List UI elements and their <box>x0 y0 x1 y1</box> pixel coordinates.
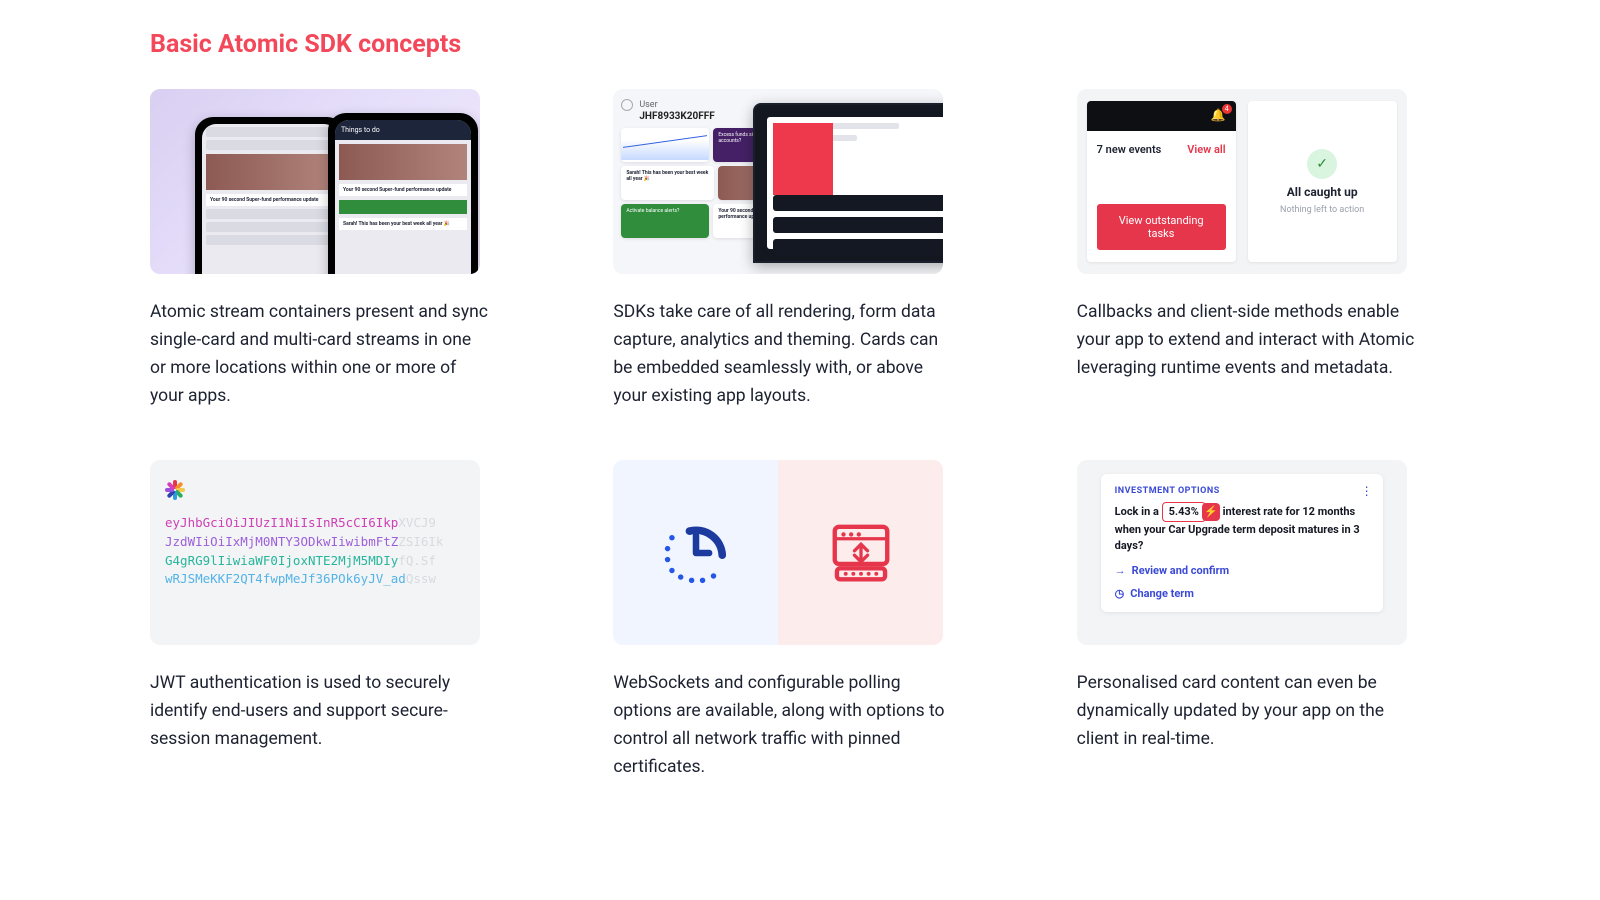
concept-websockets: WebSockets and configurable polling opti… <box>613 460 986 781</box>
events-panel: 🔔 4 7 new events View all View outstandi… <box>1087 101 1236 262</box>
thumb-rendering: User JHF8933K20FFF Excess funds sitting … <box>613 89 943 274</box>
card-heading: INVESTMENT OPTIONS <box>1115 486 1369 496</box>
concept-desc: Callbacks and client-side methods enable… <box>1077 298 1417 382</box>
concept-desc: Personalised card content can even be dy… <box>1077 669 1417 753</box>
user-avatar-icon <box>621 99 633 111</box>
rate-chip: 5.43% <box>1162 502 1206 522</box>
thumb-stream-containers: Your 90 second Super-fund performance up… <box>150 89 480 274</box>
jwt-token-line: G4gRG9lIiwiaWF0IjoxNTE2MjM5MDIyfQ.Sf <box>165 552 465 571</box>
jwt-token-line: eyJhbGciOiJIUzI1NiIsInR5cCI6IkpXVCJ9 <box>165 514 465 533</box>
view-all-link[interactable]: View all <box>1187 143 1225 156</box>
polling-clock-icon <box>661 518 731 588</box>
page-title: Basic Atomic SDK concepts <box>150 30 1450 59</box>
concept-jwt: eyJhbGciOiJIUzI1NiIsInR5cCI6IkpXVCJ9 Jzd… <box>150 460 523 781</box>
green-card <box>339 200 467 214</box>
thumb-personalised: INVESTMENT OPTIONS ⋮ Lock in a 5.43%⚡ in… <box>1077 460 1407 645</box>
bell-badge: 4 <box>1222 104 1232 114</box>
more-icon[interactable]: ⋮ <box>1361 484 1373 498</box>
caught-up-sub: Nothing left to action <box>1280 205 1364 215</box>
concept-personalised: INVESTMENT OPTIONS ⋮ Lock in a 5.43%⚡ in… <box>1077 460 1450 781</box>
mini-chart-card <box>621 128 709 162</box>
jwt-logo-icon <box>165 480 185 500</box>
concept-desc: WebSockets and configurable polling opti… <box>613 669 953 781</box>
thumb-callbacks: 🔔 4 7 new events View all View outstandi… <box>1077 89 1407 274</box>
mini-green-card: Activate balance alerts? <box>621 204 709 238</box>
caught-up-panel: ✓ All caught up Nothing left to action <box>1248 101 1397 262</box>
thumb-jwt: eyJhbGciOiJIUzI1NiIsInR5cCI6IkpXVCJ9 Jzd… <box>150 460 480 645</box>
concept-desc: JWT authentication is used to securely i… <box>150 669 490 753</box>
phone-mockup-single-card: Your 90 second Super-fund performance up… <box>195 117 345 274</box>
concept-rendering: User JHF8933K20FFF Excess funds sitting … <box>613 89 986 410</box>
concept-callbacks: 🔔 4 7 new events View all View outstandi… <box>1077 89 1450 410</box>
new-events-label: 7 new events <box>1097 143 1162 156</box>
mini-text-card: Sarah! This has been your best week all … <box>621 166 714 200</box>
review-confirm-action[interactable]: →Review and confirm <box>1115 564 1369 577</box>
investment-card: INVESTMENT OPTIONS ⋮ Lock in a 5.43%⚡ in… <box>1101 474 1383 612</box>
concepts-grid: Your 90 second Super-fund performance up… <box>150 89 1450 781</box>
change-term-action[interactable]: ◷Change term <box>1115 587 1369 600</box>
jwt-token-line: wRJSMeKKF2QT4fwpMeJf36POk6yJV_adQssw <box>165 570 465 589</box>
thumb-websockets <box>613 460 943 645</box>
check-icon: ✓ <box>1307 149 1337 179</box>
concept-desc: Atomic stream containers present and syn… <box>150 298 490 410</box>
jwt-token-line: JzdWIiOiIxMjM0NTY3ODkwIiwibmFtZZSI6Ik <box>165 533 465 552</box>
clock-icon: ◷ <box>1115 587 1125 600</box>
card-body: Lock in a 5.43%⚡ interest rate for 12 mo… <box>1115 502 1369 554</box>
phone-mockup-multi-card: Things to do Your 90 second Super-fund p… <box>328 113 478 274</box>
bell-icon: 🔔 4 <box>1211 108 1226 122</box>
certificate-server-icon <box>826 518 896 588</box>
arrow-right-icon: → <box>1115 564 1126 577</box>
concept-desc: SDKs take care of all rendering, form da… <box>613 298 953 410</box>
view-outstanding-button[interactable]: View outstanding tasks <box>1097 204 1226 250</box>
caught-up-title: All caught up <box>1287 185 1358 199</box>
laptop-mockup <box>753 103 943 263</box>
concept-stream-containers: Your 90 second Super-fund performance up… <box>150 89 523 410</box>
